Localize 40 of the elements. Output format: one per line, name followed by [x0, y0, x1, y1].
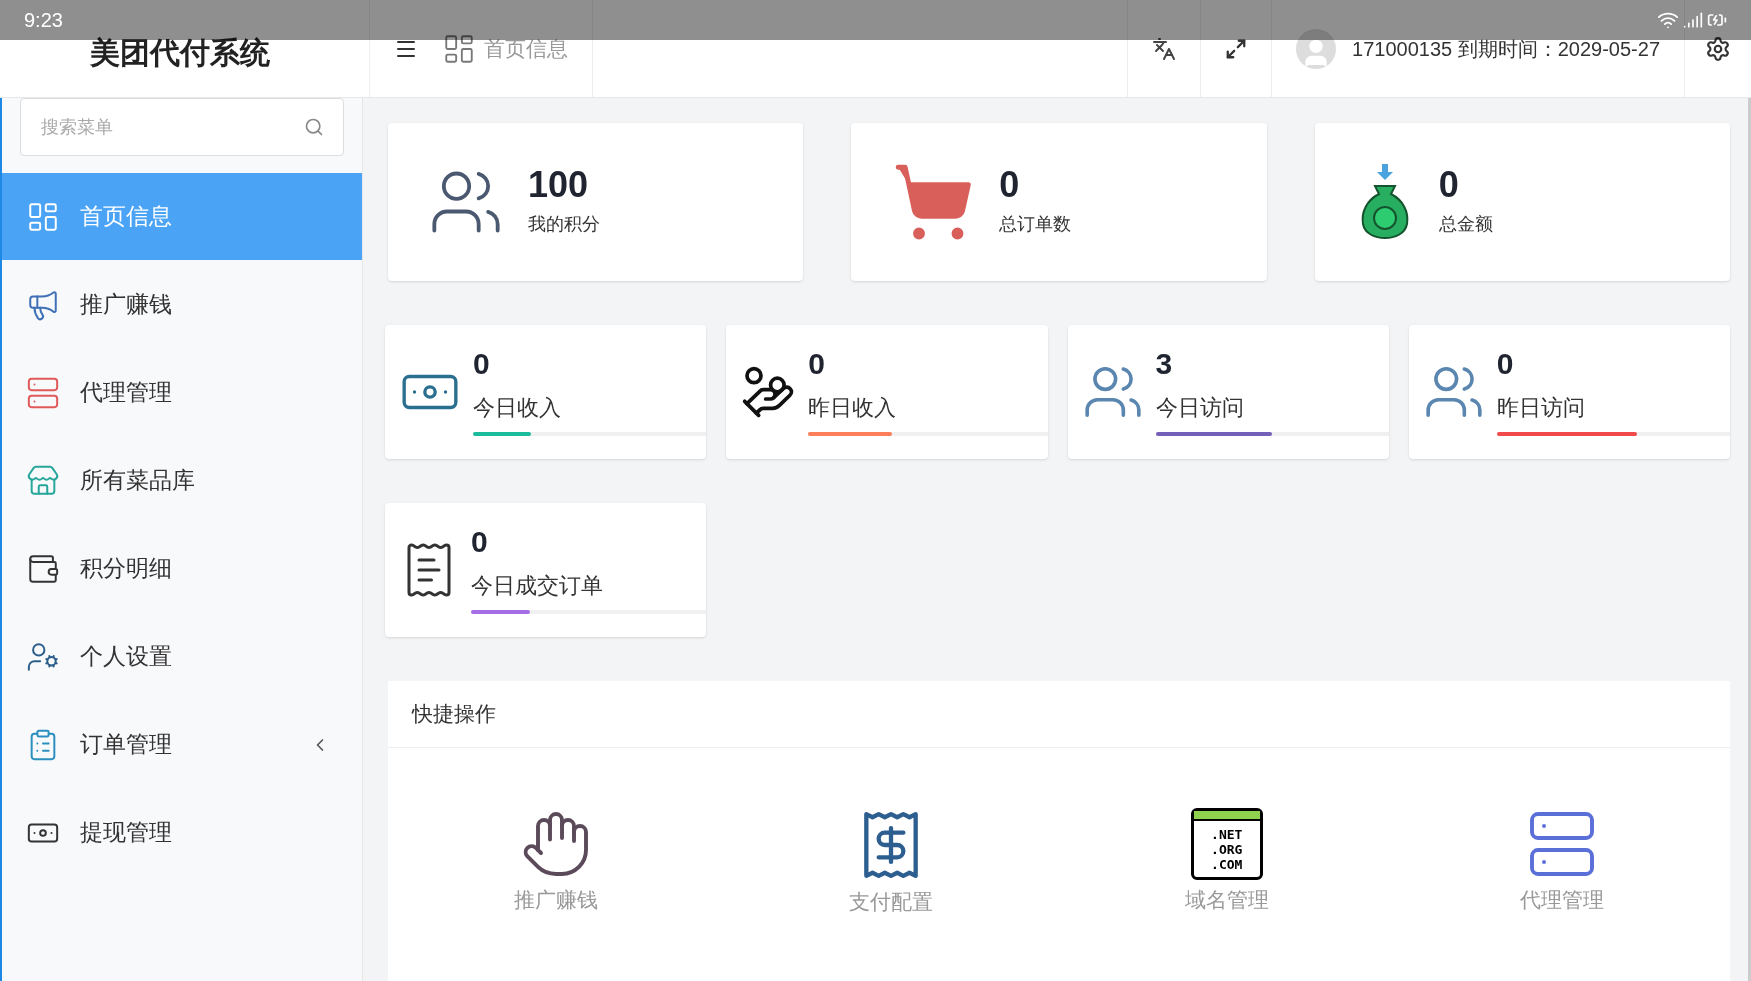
- sidebar-item[interactable]: 订单管理: [2, 701, 362, 788]
- domain-label: .ORG: [1211, 841, 1243, 857]
- sidebar-item[interactable]: 所有菜品库: [2, 437, 362, 524]
- settings-icon[interactable]: [1705, 35, 1731, 62]
- status-time: 9:23: [24, 8, 63, 33]
- search-field[interactable]: 搜索菜单: [20, 98, 344, 156]
- metric-label: 今日收入: [473, 393, 562, 422]
- domain-label: .NET: [1211, 826, 1243, 842]
- quick-action[interactable]: .NET .ORG .COM 域名管理: [1059, 808, 1395, 918]
- panel-title: 快捷操作: [412, 701, 496, 728]
- store-icon: [26, 463, 60, 498]
- brand-title: 美团代付系统: [90, 35, 270, 71]
- window-bar: [1193, 811, 1260, 821]
- translate-icon[interactable]: [1152, 36, 1177, 61]
- metric-label: 今日访问: [1155, 393, 1245, 422]
- sidebar-item[interactable]: 提现管理: [2, 789, 362, 876]
- metric-value: 0: [1496, 348, 1515, 379]
- sidebar-item[interactable]: 推广赚钱: [2, 261, 362, 348]
- metric-label: 昨日收入: [808, 393, 898, 422]
- user-info[interactable]: 171000135 到期时间：2029-05-27: [1352, 33, 1660, 64]
- stat-label: 总订单数: [999, 212, 1072, 236]
- sidebar-item[interactable]: 代理管理: [2, 349, 362, 436]
- search-icon[interactable]: [304, 117, 324, 137]
- stat-value: 0: [1438, 166, 1460, 203]
- domain-label: .COM: [1211, 856, 1243, 872]
- stat-label: 总金额: [1438, 212, 1493, 236]
- signal-icon: [1683, 10, 1703, 30]
- stat-value: 100: [528, 166, 590, 203]
- metric-label: 昨日访问: [1496, 393, 1586, 422]
- server-icon: [26, 375, 60, 410]
- sidebar-item[interactable]: 积分明细: [2, 525, 362, 612]
- metric-label: 今日成交订单: [471, 571, 604, 600]
- metric-value: 0: [808, 348, 826, 379]
- fullscreen-icon[interactable]: [1225, 37, 1248, 60]
- metric-value: 3: [1155, 348, 1174, 379]
- stat-label: 我的积分: [528, 212, 600, 236]
- stat-value: 0: [999, 166, 1021, 203]
- metric-value: 0: [473, 348, 491, 379]
- sidebar-item[interactable]: 个人设置: [2, 613, 362, 700]
- metric-value: 0: [471, 526, 489, 557]
